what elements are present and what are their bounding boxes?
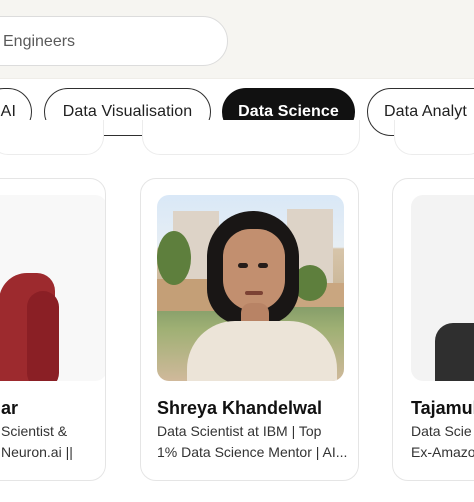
mentor-role-line: Scientist & (1, 423, 68, 439)
person-eye (238, 263, 248, 268)
mentor-name: Tajamul (411, 398, 474, 418)
person-face (223, 229, 285, 311)
mentor-photo (157, 195, 344, 381)
previous-card-edge (0, 120, 104, 155)
mentor-role: Data Scie Ex-Amazo (411, 421, 474, 463)
previous-card-edge (394, 120, 474, 155)
search-input[interactable] (1, 29, 205, 55)
filter-chip-label: AI (0, 103, 16, 120)
mentor-role-line: Ex-Amazo (411, 444, 474, 460)
mentor-role-line: Data Scientist at IBM | Top (157, 423, 322, 439)
mentor-role-line: Data Scie (411, 423, 472, 439)
person-body (435, 323, 474, 381)
person-arm (27, 291, 59, 381)
mentor-photo (411, 195, 474, 381)
mentor-name: Shreya Khandelwal (157, 398, 323, 418)
mentor-name: ar (1, 398, 19, 418)
mentor-photo (0, 195, 105, 381)
mentor-directory-page: AI Data Visualisation Data Science Data … (0, 0, 474, 502)
person-eye (258, 263, 268, 268)
mentor-card[interactable]: Tajamul Data Scie Ex-Amazo (392, 178, 474, 481)
filter-chip-label: Data Analyt (384, 103, 467, 120)
person-shirt (187, 321, 337, 381)
mentor-role-line: Neuron.ai || (1, 444, 73, 460)
person-mouth (245, 291, 263, 295)
background-tree (157, 231, 191, 285)
mentor-card[interactable]: Shreya Khandelwal Data Scientist at IBM … (140, 178, 359, 481)
mentor-role: Data Scientist at IBM | Top 1% Data Scie… (157, 421, 347, 463)
previous-card-edge (142, 120, 360, 155)
mentor-role: Scientist & Neuron.ai || (1, 421, 99, 463)
mentor-role-line: 1% Data Science Mentor | AI... (157, 444, 347, 460)
filter-chip-label: Data Science (238, 103, 339, 120)
mentor-card[interactable]: ar Scientist & Neuron.ai || (0, 178, 106, 481)
search-bar[interactable] (0, 16, 228, 66)
filter-chip-label: Data Visualisation (62, 103, 193, 120)
